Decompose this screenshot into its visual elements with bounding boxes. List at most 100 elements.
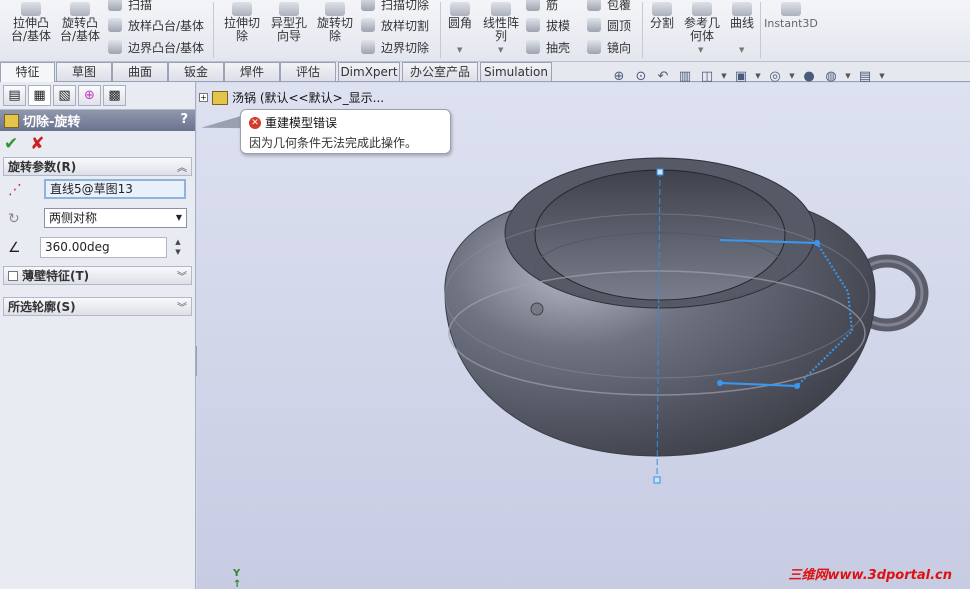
- expand-tree-button[interactable]: +: [199, 93, 208, 102]
- sweep-cut-button[interactable]: 扫描切除: [361, 0, 429, 14]
- reference-geometry-button[interactable]: 参考几 何体: [680, 2, 724, 43]
- cancel-button[interactable]: ✘: [30, 134, 44, 154]
- thin-feature-header[interactable]: 薄壁特征(T) ︾: [3, 266, 192, 285]
- fillet-label: 圆角: [447, 16, 472, 30]
- tab-evaluate[interactable]: 评估: [280, 62, 336, 81]
- feature-manager-tab[interactable]: ▤: [3, 85, 26, 106]
- configuration-manager-tab[interactable]: ▧: [53, 85, 76, 106]
- display-manager-tab[interactable]: ▩: [103, 85, 126, 106]
- revolve-type-value: 两侧对称: [49, 211, 98, 225]
- zoom-to-fit-icon[interactable]: ⊕: [610, 68, 628, 84]
- part-name[interactable]: 汤锅 (默认<<默认>_显示...: [232, 89, 384, 106]
- axis-of-revolution-icon: ⋰: [8, 182, 22, 198]
- boundary-boss-icon: [108, 40, 122, 54]
- chevron-down-icon[interactable]: ▼: [720, 68, 728, 84]
- rib-button[interactable]: 筋: [526, 0, 558, 14]
- dimxpert-manager-tab[interactable]: ⊕: [78, 85, 101, 106]
- collapse-icon[interactable]: ︽: [177, 159, 187, 174]
- tab-surfaces[interactable]: 曲面: [112, 62, 168, 81]
- chevron-down-icon[interactable]: ▼: [788, 68, 796, 84]
- tab-office-products[interactable]: 办公室产品: [402, 62, 478, 81]
- tab-simulation[interactable]: Simulation: [480, 62, 552, 81]
- ok-button[interactable]: ✔: [4, 134, 18, 154]
- display-style-icon[interactable]: ▣: [732, 68, 750, 84]
- draft-icon: [526, 18, 540, 32]
- reference-geometry-icon: [692, 2, 712, 16]
- tab-sheet-metal[interactable]: 钣金: [168, 62, 224, 81]
- revolve-type-select[interactable]: 两侧对称 ▼: [44, 208, 187, 228]
- sketch-point[interactable]: [794, 383, 800, 389]
- draft-button[interactable]: 拔模: [526, 15, 570, 35]
- extrude-boss-button[interactable]: 拉伸凸 台/基体: [8, 2, 54, 43]
- property-manager-tab[interactable]: ▦: [28, 85, 51, 106]
- help-button[interactable]: ?: [180, 112, 188, 127]
- axis-endpoint-bottom[interactable]: [653, 476, 661, 484]
- view-settings-icon[interactable]: ▤: [856, 68, 874, 84]
- configuration-icon: ▧: [58, 88, 71, 103]
- linear-pattern-dropdown-icon[interactable]: ▼: [498, 46, 503, 54]
- tab-dimxpert[interactable]: DimXpert: [338, 62, 400, 81]
- graphics-viewport[interactable]: + 汤锅 (默认<<默认>_显示... ✕ 重建模型错误 因为几何条件无法完成此…: [197, 83, 970, 589]
- split-button[interactable]: 分割: [648, 2, 676, 30]
- reverse-direction-icon[interactable]: ↻: [8, 211, 20, 227]
- mirror-button[interactable]: 镜向: [587, 37, 631, 57]
- tab-features[interactable]: 特征: [0, 62, 55, 82]
- linear-pattern-icon: [491, 2, 511, 16]
- curves-label: 曲线: [729, 16, 754, 30]
- loft-boss-button[interactable]: 放样凸台/基体: [108, 15, 204, 35]
- thin-feature-checkbox[interactable]: [8, 270, 18, 281]
- loft-cut-button[interactable]: 放样切割: [361, 15, 429, 35]
- flyout-feature-tree: + 汤锅 (默认<<默认>_显示...: [199, 89, 384, 106]
- hole-wizard-button[interactable]: 异型孔 向导: [267, 2, 311, 43]
- extrude-boss-icon: [21, 2, 41, 16]
- spin-down-icon[interactable]: ▼: [172, 247, 184, 257]
- appearance-icon[interactable]: ●: [800, 68, 818, 84]
- chevron-down-icon[interactable]: ▼: [878, 68, 886, 84]
- axis-of-revolution-field[interactable]: 直线5@草图13: [44, 179, 186, 199]
- linear-pattern-button[interactable]: 线性阵 列: [480, 2, 522, 43]
- ribbon-divider: [760, 2, 761, 58]
- revolve-cut-feature-icon: [4, 113, 19, 128]
- previous-view-icon[interactable]: ↶: [654, 68, 672, 84]
- revolve-boss-button[interactable]: 旋转凸 台/基体: [56, 2, 104, 43]
- wrap-button[interactable]: 包覆: [587, 0, 631, 14]
- dome-button[interactable]: 圆顶: [587, 15, 631, 35]
- chevron-down-icon[interactable]: ▼: [754, 68, 762, 84]
- boundary-boss-button[interactable]: 边界凸台/基体: [108, 37, 204, 57]
- shell-button[interactable]: 抽壳: [526, 37, 570, 57]
- section-view-icon[interactable]: ▥: [676, 68, 694, 84]
- revolve-cut-label: 旋转切 除: [316, 16, 353, 43]
- curves-button[interactable]: 曲线: [727, 2, 757, 30]
- revolve-cut-button[interactable]: 旋转切 除: [313, 2, 357, 43]
- property-manager-title-bar: 切除-旋转 ?: [0, 110, 195, 131]
- rotation-parameters-header[interactable]: 旋转参数(R) ︽: [3, 157, 192, 176]
- loft-cut-icon: [361, 18, 375, 32]
- view-orientation-icon[interactable]: ◫: [698, 68, 716, 84]
- selected-contours-header[interactable]: 所选轮廓(S) ︾: [3, 297, 192, 316]
- rotation-parameters-label: 旋转参数(R): [8, 160, 77, 174]
- angle-input[interactable]: 360.00deg: [40, 237, 167, 258]
- axis-endpoint-top[interactable]: [656, 168, 664, 176]
- scene-icon[interactable]: ◍: [822, 68, 840, 84]
- chevron-down-icon[interactable]: ▼: [844, 68, 852, 84]
- extrude-cut-button[interactable]: 拉伸切 除: [220, 2, 264, 43]
- reference-geometry-dropdown-icon[interactable]: ▼: [698, 46, 703, 54]
- fillet-dropdown-icon[interactable]: ▼: [457, 46, 462, 54]
- boundary-cut-button[interactable]: 边界切除: [361, 37, 429, 57]
- hide-show-icon[interactable]: ◎: [766, 68, 784, 84]
- zoom-area-icon[interactable]: ⊙: [632, 68, 650, 84]
- instant3d-button[interactable]: Instant3D: [764, 2, 818, 30]
- sketch-point[interactable]: [814, 240, 820, 246]
- expand-icon[interactable]: ︾: [177, 268, 187, 283]
- spin-up-icon[interactable]: ▲: [172, 237, 184, 247]
- extrude-cut-icon: [232, 2, 252, 16]
- sweep-button[interactable]: 扫描: [108, 0, 152, 14]
- expand-icon[interactable]: ︾: [177, 299, 187, 314]
- tab-weldments[interactable]: 焊件: [224, 62, 280, 81]
- fillet-button[interactable]: 圆角: [444, 2, 476, 30]
- angle-spinner[interactable]: ▲ ▼: [172, 237, 184, 259]
- property-icon: ▦: [33, 88, 46, 103]
- sketch-point[interactable]: [717, 380, 723, 386]
- curves-dropdown-icon[interactable]: ▼: [739, 46, 744, 54]
- tab-sketch[interactable]: 草图: [56, 62, 112, 81]
